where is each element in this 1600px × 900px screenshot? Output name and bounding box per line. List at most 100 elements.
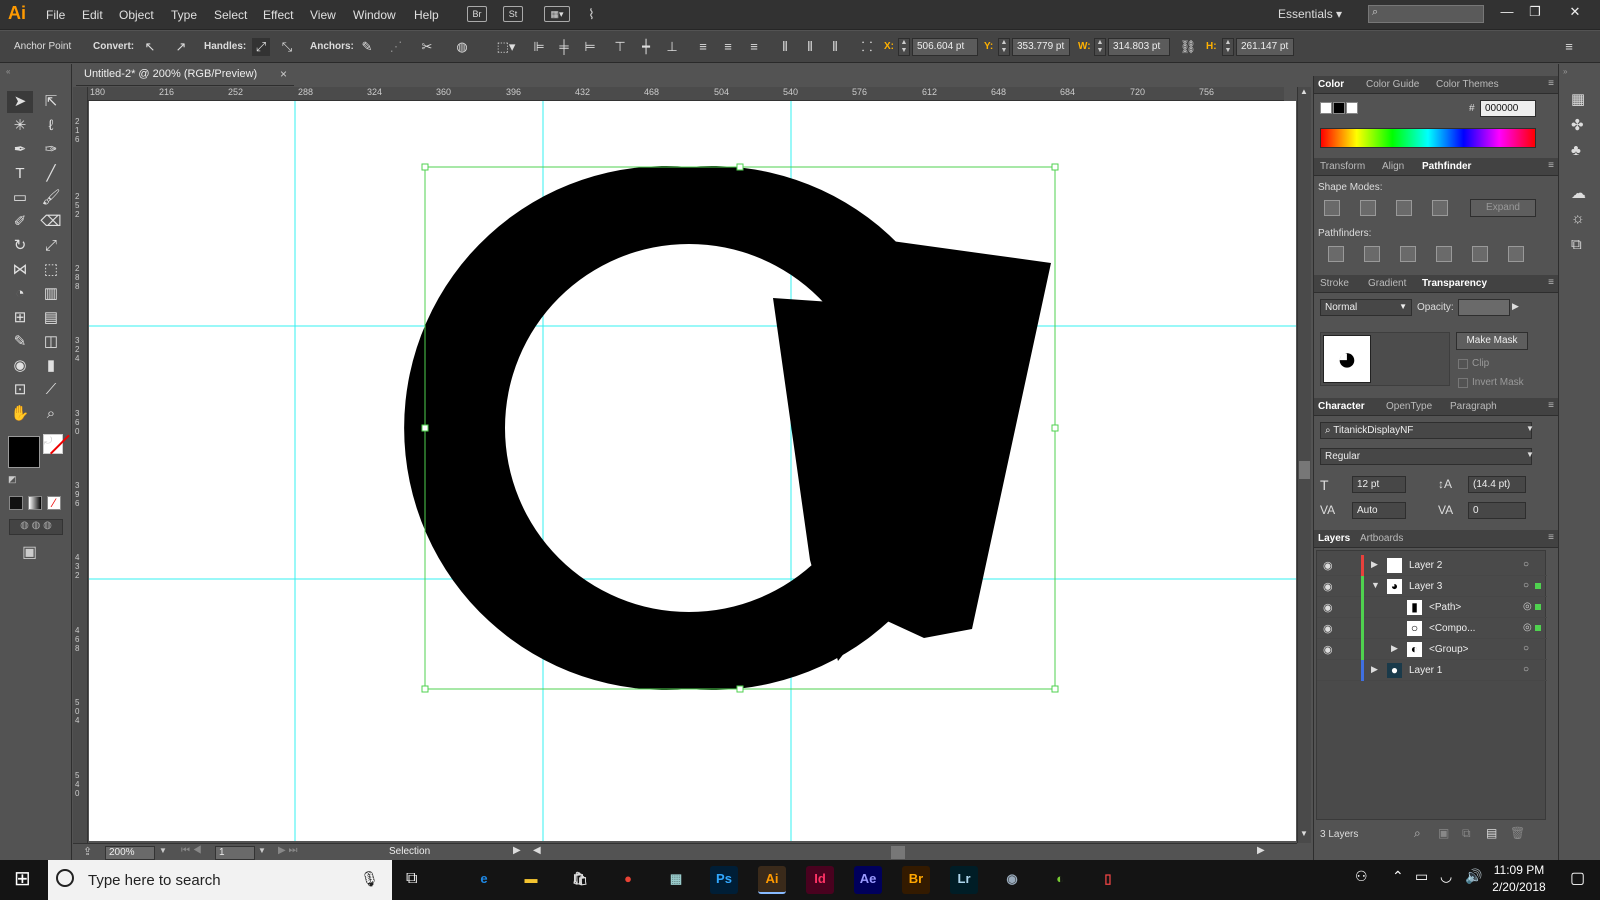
symbols-icon[interactable]: ♣ [1571, 142, 1581, 159]
artboard-nav-next-icon[interactable]: ▶ ⏭ [278, 845, 297, 856]
close-document-icon[interactable]: × [280, 67, 287, 81]
convert-smooth-icon[interactable]: ↗ [172, 38, 190, 56]
free-transform-tool-icon[interactable]: ⬚ [38, 259, 64, 281]
tab-color-guide[interactable]: Color Guide [1366, 79, 1419, 90]
swatches-icon[interactable]: ▦ [1571, 90, 1585, 108]
connect-anchor-icon[interactable]: ⋰ [387, 38, 405, 56]
visibility-eye-icon[interactable]: ◉ [1323, 643, 1333, 656]
intersect-icon[interactable] [1396, 200, 1412, 216]
remove-anchor-icon[interactable]: ✎ [358, 38, 376, 56]
expand-button[interactable]: Expand [1470, 199, 1536, 217]
layer-row[interactable]: ◉ ▶ Layer 2 ○ [1317, 555, 1547, 576]
selection-tool-icon[interactable]: ➤ [7, 91, 33, 113]
artboard-tool-icon[interactable]: ⊡ [7, 379, 33, 401]
people-icon[interactable]: ⚇ [1355, 868, 1368, 885]
screen-mode-icon[interactable]: ▣ [22, 542, 37, 562]
layer-row[interactable]: ▶ ● Layer 1 ○ [1317, 660, 1547, 681]
eraser-tool-icon[interactable]: ⌫ [38, 211, 64, 233]
divide-icon[interactable] [1328, 246, 1344, 262]
font-style-field[interactable]: Regular [1320, 448, 1532, 465]
new-layer-icon[interactable]: ▤ [1486, 826, 1497, 840]
x-field[interactable]: 506.604 pt [912, 38, 978, 56]
eyedropper-tool-icon[interactable]: ✎ [7, 331, 33, 353]
slice-tool-icon[interactable]: ⟋ [38, 379, 64, 401]
delete-layer-icon[interactable]: 🗑 [1510, 826, 1525, 840]
tab-pathfinder[interactable]: Pathfinder [1422, 161, 1471, 172]
panel-menu-icon[interactable]: ≡ [1548, 78, 1554, 89]
none-mode-icon[interactable]: ⁄ [47, 496, 61, 510]
h-field[interactable]: 261.147 pt [1236, 38, 1294, 56]
constrain-proportions-icon[interactable]: ⛓ [1179, 38, 1197, 56]
green-app-icon[interactable]: ◐ [1046, 866, 1074, 894]
distribute-top-icon[interactable]: ≡ [694, 38, 712, 56]
tab-gradient[interactable]: Gradient [1368, 278, 1406, 289]
target-circle-icon[interactable]: ○ [1523, 643, 1529, 654]
control-menu-icon[interactable]: ≡ [1560, 38, 1578, 56]
lightroom-icon[interactable]: Lr [950, 866, 978, 894]
target-circle-icon[interactable]: ○ [1523, 664, 1529, 675]
share-icon[interactable]: ⇪ [83, 845, 92, 858]
curvature-tool-icon[interactable]: ✑ [38, 139, 64, 161]
menu-view[interactable]: View [310, 8, 336, 22]
appearance-icon[interactable]: ☼ [1571, 210, 1585, 227]
color-mode-icon[interactable] [9, 496, 23, 510]
merge-icon[interactable] [1400, 246, 1416, 262]
font-size-field[interactable]: 12 pt [1352, 476, 1406, 493]
opacity-field[interactable] [1458, 299, 1510, 316]
magic-wand-tool-icon[interactable]: ✳ [7, 115, 33, 137]
indesign-icon[interactable]: Id [806, 866, 834, 894]
clock[interactable]: 11:09 PM 2/20/2018 [1488, 863, 1550, 894]
taskbar-search-box[interactable]: Type here to search 🎙 [48, 860, 392, 900]
object-thumbnail[interactable]: ◕ [1323, 335, 1371, 383]
zoom-tool-icon[interactable]: ⌕ [38, 403, 64, 425]
artboard-number-field[interactable]: 1 [215, 846, 255, 860]
blend-mode-select[interactable]: Normal ▼ [1320, 299, 1412, 316]
collapse-panels-icon[interactable]: » [1563, 67, 1567, 76]
zoom-dropdown-icon[interactable]: ▼ [159, 846, 167, 855]
illustrator-icon[interactable]: Ai [758, 866, 786, 894]
menu-help[interactable]: Help [414, 8, 439, 22]
distribute-left-icon[interactable]: ⦀ [776, 38, 794, 56]
tab-artboards[interactable]: Artboards [1360, 533, 1403, 544]
exclude-icon[interactable] [1432, 200, 1448, 216]
hex-field[interactable]: 000000 [1480, 100, 1536, 117]
artboard-dropdown-icon[interactable]: ▼ [258, 846, 266, 855]
scroll-down-icon[interactable]: ▼ [1300, 829, 1308, 838]
gradient-mode-icon[interactable] [28, 496, 42, 510]
scale-tool-icon[interactable]: ⤢ [38, 235, 64, 257]
bridge-button[interactable]: Br [467, 6, 487, 22]
blend-tool-icon[interactable]: ◫ [38, 331, 64, 353]
draw-mode-icon[interactable]: ◍ ◍ ◍ [9, 519, 63, 535]
target-circle-icon[interactable]: ○ [1523, 559, 1529, 570]
arrange-documents-icon[interactable]: ▦▾ [544, 6, 570, 22]
menu-select[interactable]: Select [214, 8, 247, 22]
symbol-sprayer-tool-icon[interactable]: ◉ [7, 355, 33, 377]
crop-icon[interactable] [1436, 246, 1452, 262]
menu-type[interactable]: Type [171, 8, 197, 22]
panel-menu-icon[interactable]: ≡ [1548, 160, 1554, 171]
panel-menu-icon[interactable]: ≡ [1548, 532, 1554, 543]
layer-row[interactable]: ◉ ▮ <Path> ◎ [1317, 597, 1547, 618]
paintbrush-tool-icon[interactable]: 🖌 [38, 187, 64, 209]
type-tool-icon[interactable]: T [7, 163, 33, 185]
minus-back-icon[interactable] [1508, 246, 1524, 262]
horizontal-scroll-thumb[interactable] [891, 846, 905, 859]
target-circle-icon[interactable]: ○ [1523, 580, 1529, 591]
swap-fill-stroke-icon[interactable]: ⤾ [44, 436, 52, 447]
visibility-eye-icon[interactable]: ◉ [1323, 580, 1333, 593]
photoshop-icon[interactable]: Ps [710, 866, 738, 894]
gpu-performance-icon[interactable]: ⌇ [588, 6, 595, 23]
tab-layers[interactable]: Layers [1318, 533, 1350, 544]
after-effects-icon[interactable]: Ae [854, 866, 882, 894]
opacity-slider-icon[interactable]: ▶ [1512, 301, 1519, 312]
target-circle-icon[interactable]: ◎ [1523, 601, 1532, 612]
locate-object-icon[interactable]: ⌕ [1414, 826, 1421, 841]
make-mask-button[interactable]: Make Mask [1456, 332, 1528, 350]
windows-start-icon[interactable]: ⊞ [14, 868, 31, 890]
hide-handles-icon[interactable]: ⤡ [278, 38, 296, 56]
fill-swatch[interactable] [8, 436, 40, 468]
align-bottom-icon[interactable]: ⊥ [663, 38, 681, 56]
tab-color-themes[interactable]: Color Themes [1436, 79, 1499, 90]
black-swatch[interactable] [1333, 102, 1345, 114]
tab-align[interactable]: Align [1382, 161, 1404, 172]
